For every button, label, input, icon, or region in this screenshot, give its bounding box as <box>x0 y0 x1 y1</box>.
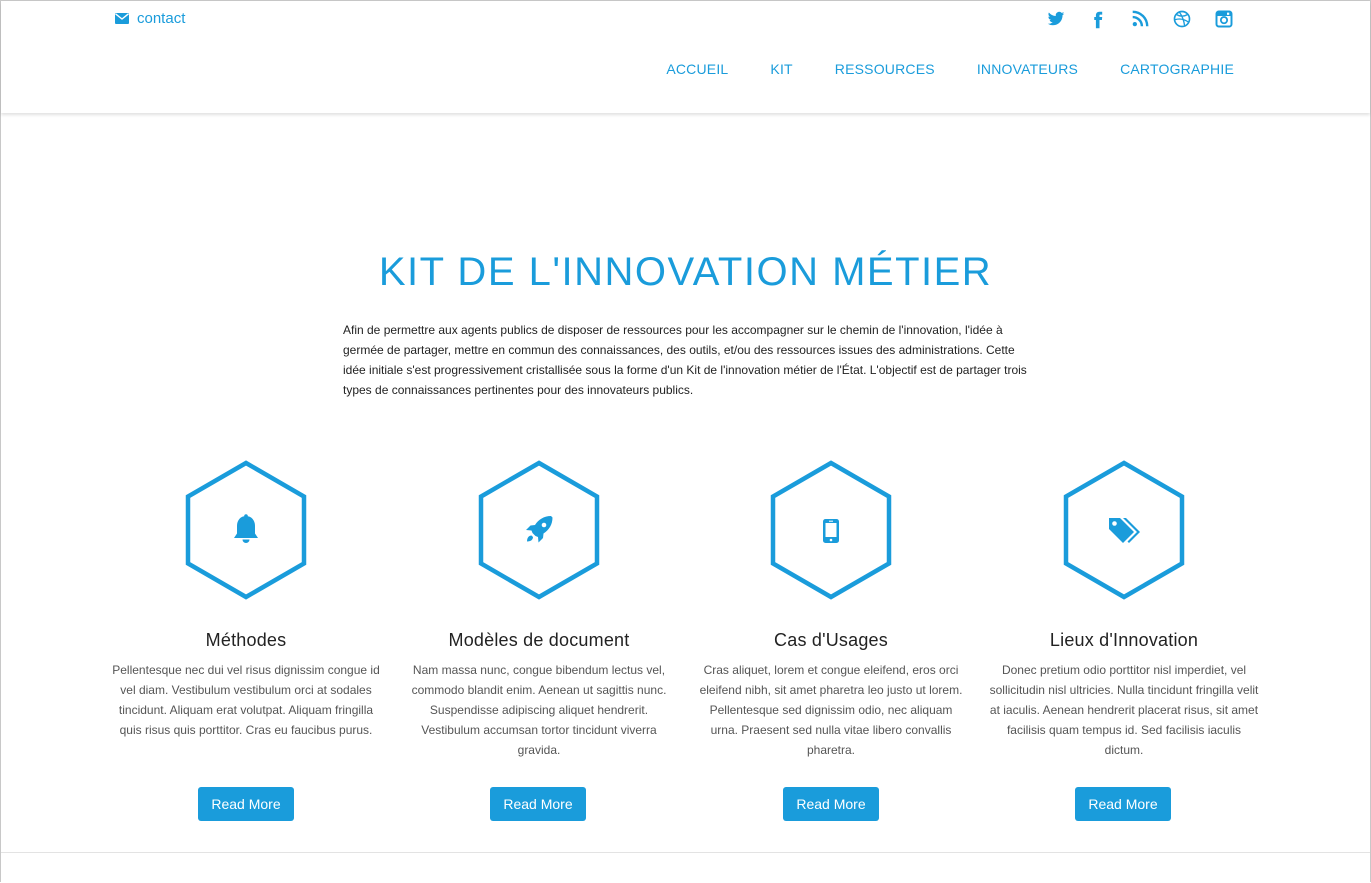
rss-icon <box>1132 10 1148 27</box>
mobile-phone-icon <box>823 519 839 543</box>
envelope-icon <box>115 13 129 24</box>
dribbble-link[interactable] <box>1161 10 1203 32</box>
bell-icon <box>234 514 258 543</box>
feature-title: Méthodes <box>205 630 287 650</box>
social-links <box>1035 10 1245 32</box>
feature-description: Cras aliquet, lorem et congue eleifend, … <box>699 663 963 757</box>
nav-item-cartographie[interactable]: CARTOGRAPHIE <box>1099 61 1255 77</box>
facebook-link[interactable] <box>1077 10 1119 32</box>
instagram-icon <box>1215 10 1233 28</box>
page-title: KIT DE L'INNOVATION MÉTIER <box>378 250 993 294</box>
read-more-button-cas-usages[interactable]: Read More <box>783 787 879 821</box>
feature-card-modeles: Modèles de document Nam massa nunc, cong… <box>393 460 685 760</box>
feature-description: Donec pretium odio porttitor nisl imperd… <box>989 663 1259 757</box>
rocket-icon <box>526 516 553 543</box>
read-more-button-modeles[interactable]: Read More <box>490 787 586 821</box>
intro-paragraph: Afin de permettre aux agents publics de … <box>343 323 1027 397</box>
twitter-link[interactable] <box>1035 10 1077 32</box>
feature-title: Cas d'Usages <box>774 630 888 650</box>
feature-card-lieux: Lieux d'Innovation Donec pretium odio po… <box>978 460 1270 760</box>
feature-card-cas-usages: Cas d'Usages Cras aliquet, lorem et cong… <box>685 460 977 760</box>
hexagon-badge <box>1063 460 1185 600</box>
instagram-link[interactable] <box>1203 10 1245 32</box>
hexagon-badge <box>478 460 600 600</box>
section-divider <box>1 852 1370 853</box>
nav-item-innovateurs[interactable]: INNOVATEURS <box>956 61 1099 77</box>
dribbble-icon <box>1173 10 1191 28</box>
rss-link[interactable] <box>1119 10 1161 32</box>
feature-title: Modèles de document <box>448 630 630 650</box>
feature-description: Pellentesque nec dui vel risus dignissim… <box>112 663 380 737</box>
nav-item-ressources[interactable]: RESSOURCES <box>814 61 956 77</box>
feature-description: Nam massa nunc, congue bibendum lectus v… <box>411 663 667 757</box>
contact-link[interactable]: contact <box>115 10 185 27</box>
twitter-icon <box>1047 11 1065 26</box>
read-more-button-methodes[interactable]: Read More <box>198 787 294 821</box>
read-more-button-lieux[interactable]: Read More <box>1075 787 1171 821</box>
main-nav: ACCUEIL KIT RESSOURCES INNOVATEURS CARTO… <box>645 61 1255 77</box>
feature-title: Lieux d'Innovation <box>1049 630 1199 650</box>
hexagon-badge <box>770 460 892 600</box>
hexagon-badge <box>185 460 307 600</box>
nav-item-accueil[interactable]: ACCUEIL <box>645 61 749 77</box>
facebook-icon <box>1094 11 1103 29</box>
nav-item-kit[interactable]: KIT <box>749 61 813 77</box>
site-header: contact ACCUEIL KIT RESSOURCES INNOVATEU… <box>1 1 1370 113</box>
contact-label: contact <box>137 10 186 27</box>
feature-card-methodes: Méthodes Pellentesque nec dui vel risus … <box>100 460 392 740</box>
tags-icon <box>1109 518 1140 543</box>
